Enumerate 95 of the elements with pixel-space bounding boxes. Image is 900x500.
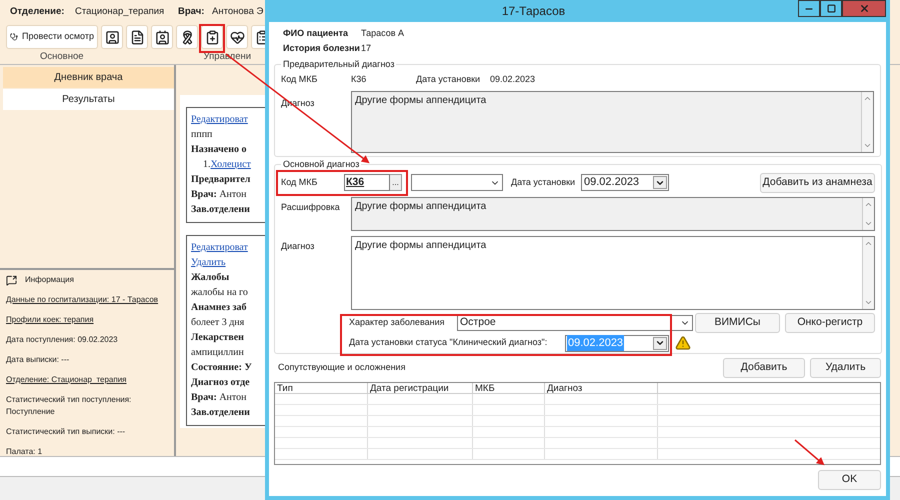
info-text: Палата: 1 bbox=[6, 446, 42, 458]
column-header: Дата регистрации bbox=[368, 383, 473, 393]
close-icon bbox=[858, 3, 870, 14]
contact-icon bbox=[154, 30, 170, 44]
field-label: ФИО пациента bbox=[283, 26, 350, 40]
journal-heading: Зав.отделени bbox=[191, 407, 251, 419]
journal-heading: Диагноз отде bbox=[191, 377, 251, 389]
column-header: МКБ bbox=[473, 383, 545, 393]
field-label: Характер заболевания bbox=[349, 316, 446, 329]
panel-tab[interactable]: Результаты bbox=[3, 89, 174, 110]
journal-link[interactable]: Удалить bbox=[191, 257, 226, 268]
ok-button[interactable]: OK bbox=[818, 470, 881, 490]
journal-text: Врач: Антон bbox=[191, 189, 248, 201]
journal-heading: Предварител bbox=[191, 174, 252, 186]
heart-pulse-icon bbox=[230, 30, 244, 44]
clipboard-plus-icon bbox=[204, 30, 220, 44]
journal-text: жалобы на го bbox=[191, 287, 249, 299]
window-title: 17-Тарасов bbox=[502, 4, 566, 18]
section-title: Сопутствующие и осложнения bbox=[277, 361, 406, 374]
toolbar-button[interactable] bbox=[101, 25, 123, 49]
field-value: Тарасов А bbox=[361, 26, 404, 40]
dropdown-button[interactable] bbox=[653, 176, 667, 189]
info-title: Информация bbox=[25, 274, 74, 286]
field-label: История болезни bbox=[283, 42, 361, 55]
toolbar-button[interactable] bbox=[151, 25, 173, 49]
annotation-frame bbox=[199, 24, 225, 53]
column-header: Диагноз bbox=[545, 383, 658, 393]
group-title: Предварительный диагноз bbox=[282, 58, 396, 71]
journal-link[interactable]: Редактироват bbox=[191, 242, 248, 253]
warning-icon bbox=[675, 335, 691, 351]
diagnosis-text: Другие формы аппендицита bbox=[355, 240, 486, 250]
info-text: Статистический тип выписки: --- bbox=[6, 426, 126, 438]
journal-link[interactable]: Редактироват bbox=[191, 114, 248, 125]
journal-text: пппп bbox=[191, 129, 214, 141]
journal-text: ампициллин bbox=[191, 347, 245, 359]
panel-tab[interactable]: Дневник врача bbox=[3, 67, 174, 88]
onco-registry-button[interactable]: Онко-регистр bbox=[785, 312, 875, 332]
field-label: Код МКБ bbox=[281, 72, 318, 86]
toolbar-button[interactable] bbox=[176, 25, 198, 49]
journal-text: Врач: Антон bbox=[191, 392, 248, 404]
field-label: Код МКБ bbox=[281, 176, 318, 189]
dropdown-button[interactable] bbox=[653, 336, 667, 350]
journal-heading: Анамнез заб bbox=[191, 302, 248, 314]
delete-button[interactable]: Удалить bbox=[810, 358, 881, 378]
info-link[interactable]: Отделение: Стационар_терапия bbox=[6, 374, 126, 386]
info-icon bbox=[6, 274, 17, 286]
browse-button[interactable]: ... bbox=[390, 174, 402, 191]
group-label: Основное bbox=[40, 50, 84, 64]
toolbar-button[interactable] bbox=[201, 25, 223, 49]
journal-heading: Лекарствен bbox=[191, 332, 245, 344]
column-header: Тип bbox=[275, 383, 368, 393]
date-field[interactable]: 09.02.2023 bbox=[581, 174, 669, 191]
journal-link[interactable]: Холецист bbox=[210, 159, 251, 171]
annotation-arrow bbox=[794, 439, 825, 466]
add-from-history-button[interactable]: Добавить из анамнеза bbox=[760, 172, 875, 192]
toolbar-button[interactable] bbox=[226, 25, 248, 49]
header-value: Стационар_терапия bbox=[75, 4, 164, 19]
info-link[interactable]: Данные по госпитализации: 17 - Тарасов bbox=[6, 294, 158, 306]
add-button[interactable]: Добавить bbox=[723, 358, 805, 378]
close-button[interactable] bbox=[842, 0, 886, 17]
diagnosis-text: Другие формы аппендицита bbox=[355, 200, 486, 212]
field-label: Дата установки bbox=[511, 176, 576, 189]
journal-heading: Жалобы bbox=[191, 272, 230, 284]
dropdown-icon bbox=[655, 338, 665, 348]
exam-button[interactable]: Провести осмотр bbox=[6, 25, 98, 49]
journal-text: болеет 3 дня bbox=[191, 317, 246, 329]
journal-heading: Состояние: У bbox=[191, 362, 253, 374]
code-field[interactable]: К36 bbox=[344, 174, 390, 191]
field-label: Дата установки статуса "Клинический диагноз": bbox=[349, 336, 548, 350]
field-label: Расшифровка bbox=[281, 200, 341, 214]
info-link[interactable]: Профили коек: терапия bbox=[6, 314, 94, 326]
header-label: Врач: bbox=[178, 4, 206, 19]
journal-heading: Зав.отделени bbox=[191, 204, 251, 216]
list-number: 1. bbox=[203, 159, 210, 171]
field-label: Дата установки bbox=[416, 72, 482, 86]
header-value: Антонова Э bbox=[212, 4, 264, 19]
toolbar-button[interactable] bbox=[126, 25, 148, 49]
journal-heading: Назначено о bbox=[191, 144, 248, 156]
field-label: Диагноз bbox=[281, 240, 316, 253]
field-value: 17 bbox=[361, 42, 372, 55]
document-icon bbox=[130, 30, 144, 44]
group-title: Основной диагноз bbox=[282, 158, 360, 171]
field-value: 09.02.2023 bbox=[490, 72, 536, 86]
maximize-icon bbox=[826, 4, 836, 13]
dropdown[interactable] bbox=[411, 174, 503, 191]
diagnosis-text: Другие формы аппендицита bbox=[355, 94, 486, 106]
info-text: Дата поступления: 09.02.2023 bbox=[6, 334, 118, 346]
id-card-icon bbox=[104, 30, 120, 44]
minimize-button[interactable] bbox=[798, 0, 820, 17]
maximize-button[interactable] bbox=[820, 0, 842, 17]
field-value: К36 bbox=[351, 72, 368, 86]
vimis-button[interactable]: ВИМИСы bbox=[695, 312, 780, 332]
info-text: Статистический тип поступления: Поступление bbox=[6, 394, 132, 418]
header-label: Отделение: bbox=[10, 4, 66, 19]
info-text: Дата выписки: --- bbox=[6, 354, 70, 366]
